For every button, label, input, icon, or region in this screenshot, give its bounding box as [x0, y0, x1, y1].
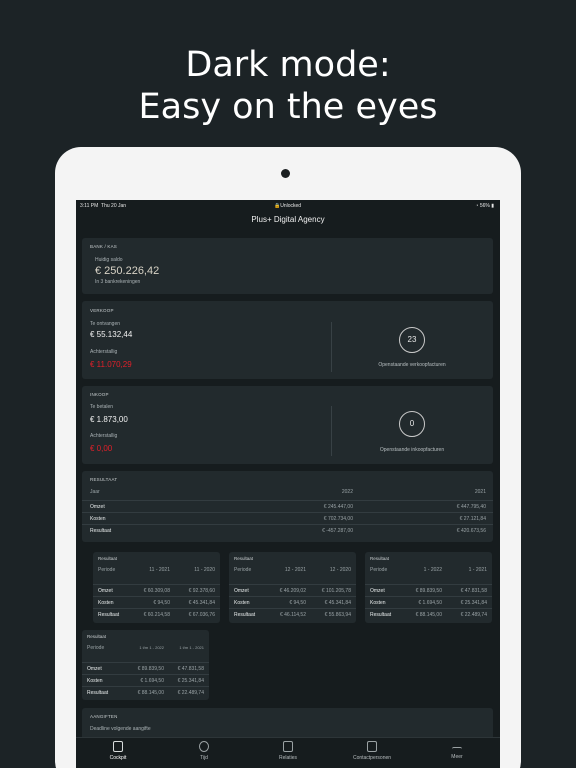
period-result-card[interactable]: Resultaat Periode 12 - 2021 12 - 2020 Om…: [229, 552, 356, 623]
purchase-overdue-label: Achterstallig: [90, 433, 118, 439]
table-row: Kosten € 1.694,50 € 25.341,84: [365, 596, 492, 608]
table-row: Omzet € 46.209,02 € 101.205,78: [229, 584, 356, 596]
table-row: Omzet € 60.309,08 € 92.378,60: [93, 584, 220, 596]
status-lock: 🔒Unlocked: [274, 203, 302, 209]
payable-label: Te betalen: [90, 404, 114, 410]
table-row: Kosten € 94,50 € 45.341,84: [229, 596, 356, 608]
table-row: Kosten € 1.694,50 € 25.341,84: [82, 674, 209, 686]
app-screen: 3:11 PM Thu 20 Jan 🔒Unlocked ◔ 56% ▮ Plu…: [76, 200, 500, 768]
table-row: Omzet € 245.447,00 € 447.795,40: [82, 500, 493, 512]
page-title: Plus+ Digital Agency: [251, 215, 325, 224]
bank-section-title: BANK / KAS: [90, 244, 118, 249]
tab-relaties[interactable]: Relaties: [258, 741, 318, 761]
tab-label: Tijd: [200, 755, 208, 761]
open-sales-invoices-label: Openstaande verkoopfacturen: [378, 362, 446, 368]
card-title: Resultaat: [234, 556, 254, 561]
tab-label: Contactpersonen: [352, 755, 392, 761]
table-row: Kosten € 94,50 € 45.341,84: [93, 596, 220, 608]
payable-amount: € 1.873,00: [90, 415, 128, 424]
card-title: Resultaat: [87, 634, 107, 639]
card-header-row: Periode 11 - 2021 11 - 2020: [98, 567, 215, 573]
table-row: Resultaat € 60.214,58 € 67.036,76: [93, 608, 220, 620]
inkoop-card[interactable]: INKOOP Te betalen € 1.873,00 Achterstall…: [82, 386, 493, 464]
table-row: Kosten € 702.734,00 € 27.121,84: [82, 512, 493, 524]
bank-card[interactable]: BANK / KAS Huidig saldo € 250.226,42 In …: [82, 238, 493, 294]
status-bar: 3:11 PM Thu 20 Jan 🔒Unlocked ◔ 56% ▮: [76, 200, 500, 211]
tab-tijd[interactable]: Tijd: [174, 741, 234, 761]
open-purchase-invoices-label: Openstaande inkoopfacturen: [379, 447, 445, 453]
table-row: Resultaat € 46.114,52 € 55.863,94: [229, 608, 356, 620]
laptop-icon: [113, 741, 123, 752]
divider: [331, 406, 332, 456]
contacts-book-icon: [283, 741, 293, 752]
tab-contactpersonen[interactable]: Contactpersonen: [342, 741, 402, 761]
tab-label: Relaties: [278, 755, 298, 761]
resultaat-header-row: Jaar 2022 2021: [90, 489, 486, 495]
front-camera: [281, 169, 290, 178]
next-filing-deadline-label: Deadline volgende aangifte: [90, 726, 151, 732]
marketing-headline: Dark mode: Easy on the eyes: [0, 44, 576, 128]
card-title: Resultaat: [98, 556, 118, 561]
bank-balance-amount: € 250.226,42: [95, 265, 160, 277]
sales-overdue-label: Achterstallig: [90, 349, 118, 355]
purchase-overdue-amount: € 0,00: [90, 444, 113, 453]
open-purchase-invoices-count[interactable]: 0: [399, 411, 425, 437]
headline-line-1: Dark mode:: [185, 45, 391, 85]
aangiften-section-title: AANGIFTEN: [90, 714, 118, 719]
card-header-row: Periode 1 - 2022 1 - 2021: [370, 567, 487, 573]
divider: [331, 322, 332, 372]
card-header-row: Periode 1 t/m 1 - 2022 1 t/m 1 - 2021: [87, 645, 204, 651]
card-title: Resultaat: [370, 556, 390, 561]
status-time: 3:11 PM Thu 20 Jan: [80, 203, 127, 209]
clock-people-icon: [199, 741, 209, 752]
tab-label: Cockpit: [109, 755, 127, 761]
year-to-date-result-card[interactable]: Resultaat Periode 1 t/m 1 - 2022 1 t/m 1…: [82, 630, 209, 700]
verkoop-card[interactable]: VERKOOP Te ontvangen € 55.132,44 Achters…: [82, 301, 493, 379]
table-row: Resultaat € 88.145,00 € 22.489,74: [365, 608, 492, 620]
bank-accounts-count: In 3 bankrekeningen: [95, 279, 141, 285]
period-result-card[interactable]: Resultaat Periode 1 - 2022 1 - 2021 Omze…: [365, 552, 492, 623]
more-icon: [452, 747, 462, 751]
resultaat-section-title: RESULTAAT: [90, 477, 118, 482]
receivable-label: Te ontvangen: [90, 321, 121, 327]
tab-cockpit[interactable]: Cockpit: [88, 741, 148, 761]
contact-card-icon: [367, 741, 377, 752]
table-row: Omzet € 89.839,50 € 47.831,58: [365, 584, 492, 596]
tab-label: Meer: [451, 754, 463, 760]
sales-overdue-amount: € 11.070,29: [90, 360, 132, 369]
period-result-card[interactable]: Resultaat Periode 11 - 2021 11 - 2020 Om…: [93, 552, 220, 623]
headline-line-2: Easy on the eyes: [138, 87, 438, 127]
receivable-amount: € 55.132,44: [90, 330, 133, 339]
bank-balance-label: Huidig saldo: [95, 257, 123, 263]
inkoop-section-title: INKOOP: [90, 392, 109, 397]
verkoop-section-title: VERKOOP: [90, 308, 114, 313]
table-row: Omzet € 89.839,50 € 47.831,58: [82, 662, 209, 674]
table-row: Resultaat € 88.145,00 € 22.489,74: [82, 686, 209, 698]
status-battery: ◔ 56% ▮: [475, 203, 494, 209]
card-header-row: Periode 12 - 2021 12 - 2020: [234, 567, 351, 573]
tab-bar: Cockpit Tijd Relaties Contactpersonen Me…: [76, 737, 500, 768]
tab-meer[interactable]: Meer: [427, 741, 487, 760]
resultaat-card[interactable]: RESULTAAT Jaar 2022 2021 Omzet € 245.447…: [82, 471, 493, 542]
open-sales-invoices-count[interactable]: 23: [399, 327, 425, 353]
table-row: Resultaat € -457.287,00 € 420.673,56: [82, 524, 493, 536]
